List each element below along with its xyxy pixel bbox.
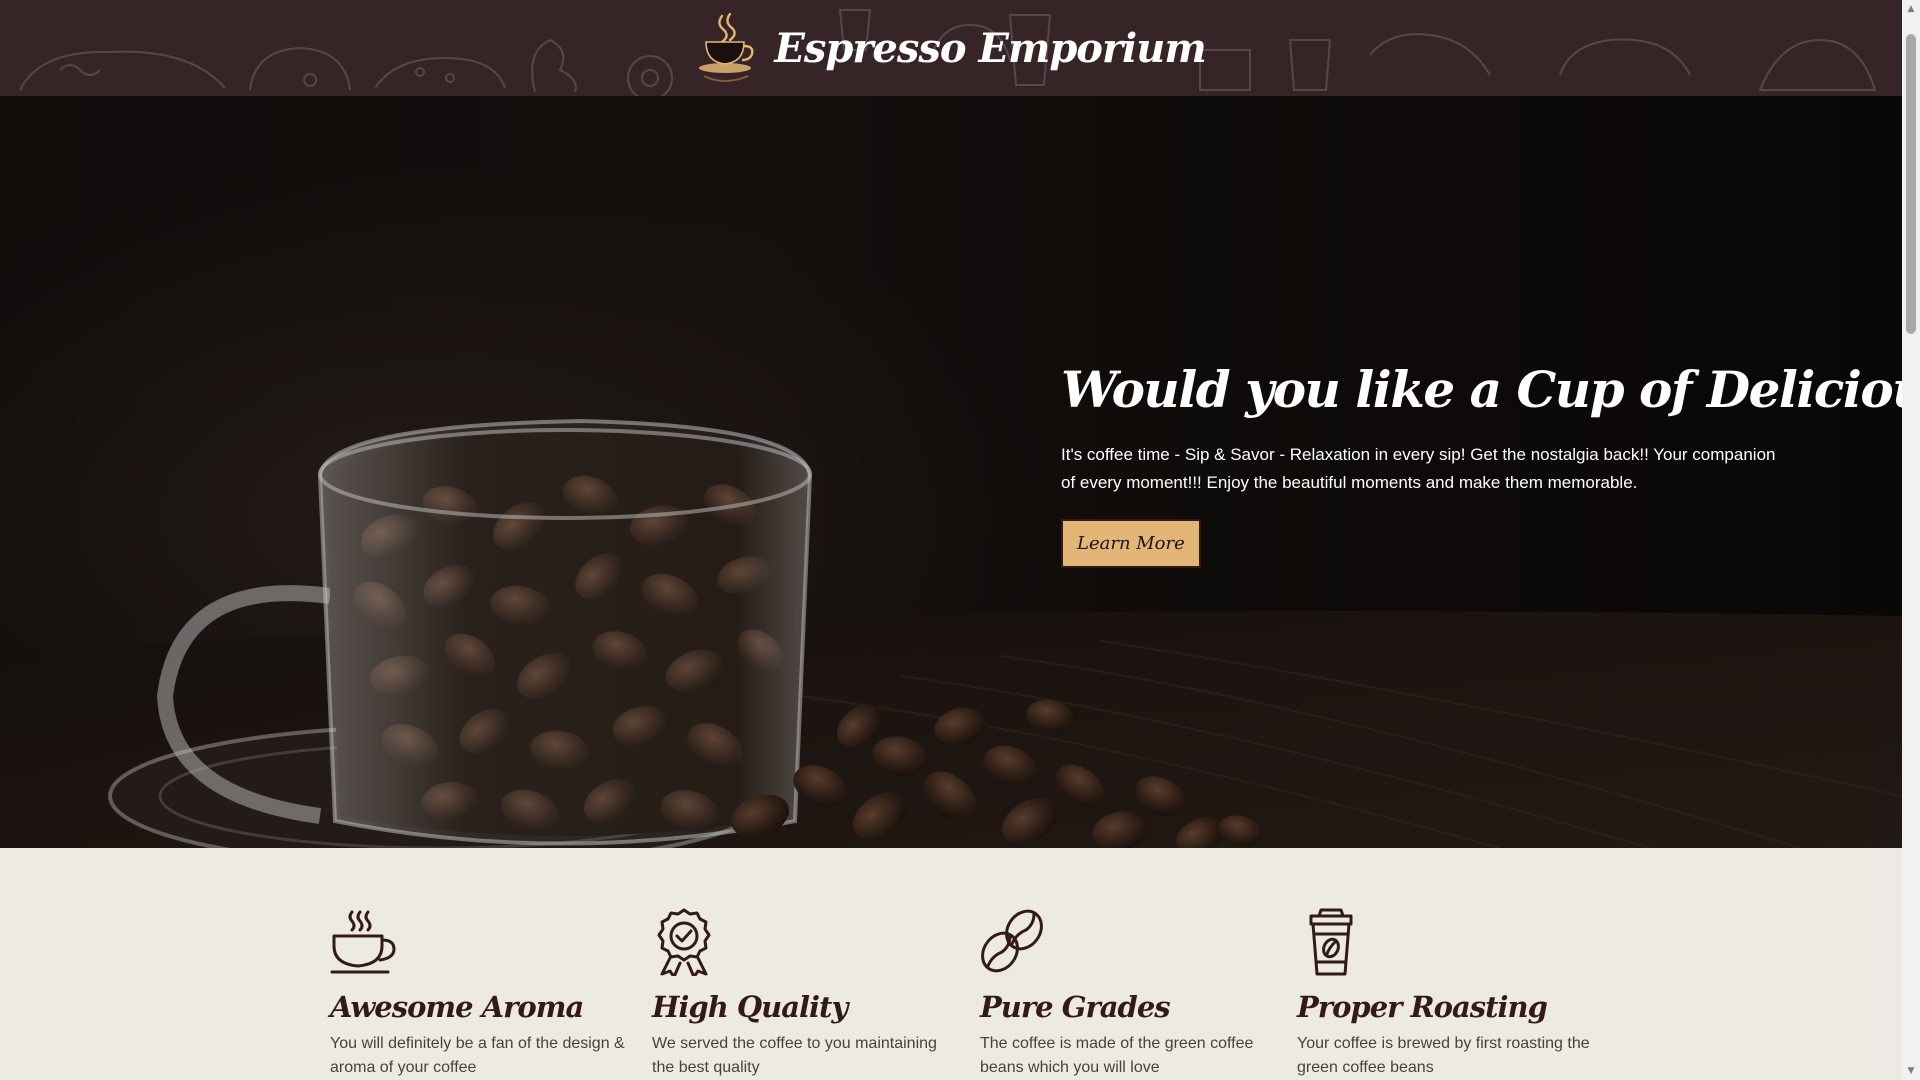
- feature-description: We served the coffee to you maintaining …: [652, 1035, 937, 1076]
- coffee-cup-icon: [330, 910, 396, 974]
- feature-card-proper-roasting: Proper Roasting Your coffee is brewed by…: [1297, 908, 1597, 1080]
- learn-more-button[interactable]: Learn More: [1061, 519, 1201, 568]
- feature-title: Proper Roasting: [1297, 990, 1548, 1024]
- feature-description: Your coffee is brewed by first roasting …: [1297, 1035, 1590, 1076]
- brand-name: Espresso Emporium: [774, 24, 1206, 72]
- hero-content: Would you like a Cup of Delicious Coffee…: [1061, 360, 1902, 568]
- feature-title: Awesome Aroma: [330, 990, 584, 1024]
- site-header: Espresso Emporium: [0, 0, 1902, 96]
- feature-title: Pure Grades: [980, 990, 1171, 1024]
- feature-card-high-quality: High Quality We served the coffee to you…: [652, 908, 952, 1080]
- feature-card-awesome-aroma: Awesome Aroma You will definitely be a f…: [330, 908, 630, 1080]
- hero-title: Would you like a Cup of Delicious Coffee…: [1061, 360, 1902, 419]
- feature-description: The coffee is made of the green coffee b…: [980, 1035, 1254, 1076]
- scroll-up-arrow-icon[interactable]: ▲: [1902, 0, 1920, 18]
- hero-section: Would you like a Cup of Delicious Coffee…: [0, 96, 1902, 848]
- page: Espresso Emporium Would you like a Cup o…: [0, 0, 1902, 1080]
- quality-badge-icon: [657, 908, 711, 976]
- scroll-down-arrow-icon[interactable]: ▼: [1902, 1062, 1920, 1080]
- hero-description: It's coffee time - Sip & Savor - Relaxat…: [1061, 445, 1776, 492]
- page-scrollbar[interactable]: ▲ ▼: [1902, 0, 1920, 1080]
- feature-description: You will definitely be a fan of the desi…: [330, 1035, 625, 1076]
- feature-title: High Quality: [652, 990, 848, 1024]
- brand[interactable]: Espresso Emporium: [696, 12, 1207, 84]
- scrollbar-thumb[interactable]: [1906, 34, 1916, 334]
- coffee-beans-icon: [981, 909, 1043, 973]
- coffee-cup-logo-icon: [699, 12, 754, 82]
- takeaway-cup-icon: [1309, 908, 1353, 976]
- features-section: Awesome Aroma You will definitely be a f…: [0, 848, 1902, 1080]
- feature-card-pure-grades: Pure Grades The coffee is made of the gr…: [980, 908, 1280, 1080]
